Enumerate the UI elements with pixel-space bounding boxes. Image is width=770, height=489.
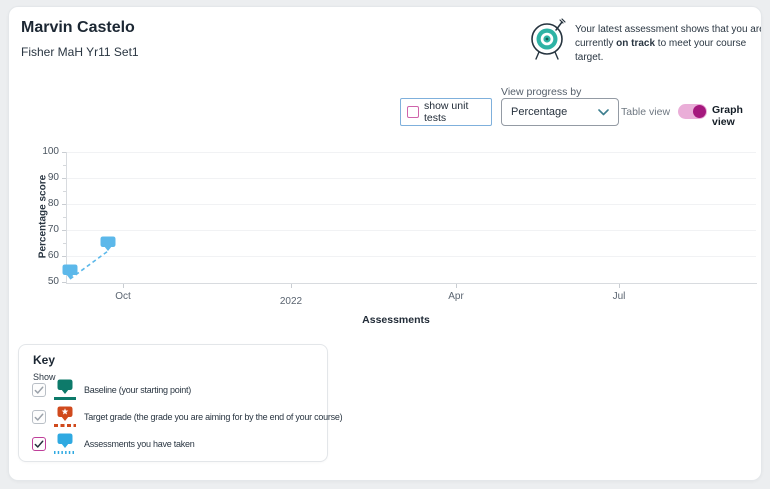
x-tick	[456, 284, 457, 288]
view-progress-select[interactable]: Percentage	[501, 98, 619, 126]
status-highlight: on track	[616, 38, 656, 49]
view-progress-by-label: View progress by	[501, 86, 582, 98]
status-message: Your latest assessment shows that you ar…	[575, 23, 761, 65]
assessments-pin-icon	[54, 433, 76, 454]
baseline-pin-shape	[57, 379, 73, 394]
show-unit-tests-label: show unit tests	[424, 100, 469, 124]
show-unit-tests-control[interactable]: show unit tests	[400, 98, 492, 126]
y-tick-label: 100	[42, 146, 59, 157]
check-icon	[34, 439, 44, 448]
progress-card: Marvin Castelo Fisher MaH Yr11 Set1 Your…	[8, 6, 762, 481]
x-axis-title: Assessments	[362, 314, 430, 326]
assessments-label: Assessments you have taken	[84, 439, 195, 449]
target-icon	[531, 18, 566, 60]
key-panel: Key Show Baseline (your starting point)	[18, 344, 343, 462]
key-row-target-grade: Target grade (the grade you are aiming f…	[32, 405, 343, 429]
student-name: Marvin Castelo	[21, 19, 135, 36]
x-tick-label: Oct	[115, 291, 131, 302]
x-tick-label: Jul	[612, 291, 626, 302]
view-toggle-switch[interactable]	[678, 104, 707, 119]
chevron-down-icon	[598, 108, 609, 115]
y-tick-label: 80	[47, 198, 59, 209]
table-view-label[interactable]: Table view	[621, 106, 671, 118]
assessment-pin-marker[interactable]	[62, 264, 78, 280]
assessment-series	[62, 236, 116, 280]
target-grade-checkbox[interactable]	[32, 410, 46, 424]
baseline-checkbox[interactable]	[32, 383, 46, 397]
target-grade-label: Target grade (the grade you are aiming f…	[84, 412, 343, 422]
baseline-label: Baseline (your starting point)	[84, 385, 192, 395]
graph-view-label[interactable]: Graph view	[712, 104, 761, 128]
x-tick-label: 2022	[279, 296, 303, 307]
x-tick	[291, 284, 292, 288]
view-progress-selected-value: Percentage	[511, 106, 568, 118]
show-unit-tests-checkbox[interactable]	[407, 106, 419, 118]
y-tick-label: 90	[47, 172, 59, 183]
assessments-pin-shape	[57, 433, 73, 448]
key-row-baseline: Baseline (your starting point)	[32, 378, 321, 402]
key-row-assessments: Assessments you have taken	[32, 432, 321, 456]
x-tick	[619, 284, 620, 288]
x-tick	[123, 284, 124, 288]
x-tick-label: Apr	[448, 291, 464, 302]
key-title: Key	[33, 353, 56, 367]
assessment-pin-marker[interactable]	[100, 236, 116, 252]
assessments-checkbox[interactable]	[32, 437, 46, 451]
check-icon	[34, 412, 44, 421]
y-tick-label: 60	[47, 250, 59, 261]
y-tick-label: 70	[47, 224, 59, 235]
baseline-pin-icon	[54, 379, 76, 400]
target-grade-pin-icon	[54, 406, 76, 427]
y-tick-label: 50	[47, 276, 59, 287]
toggle-knob	[693, 105, 706, 118]
class-group: Fisher MaH Yr11 Set1	[21, 45, 139, 59]
check-icon	[34, 385, 44, 394]
